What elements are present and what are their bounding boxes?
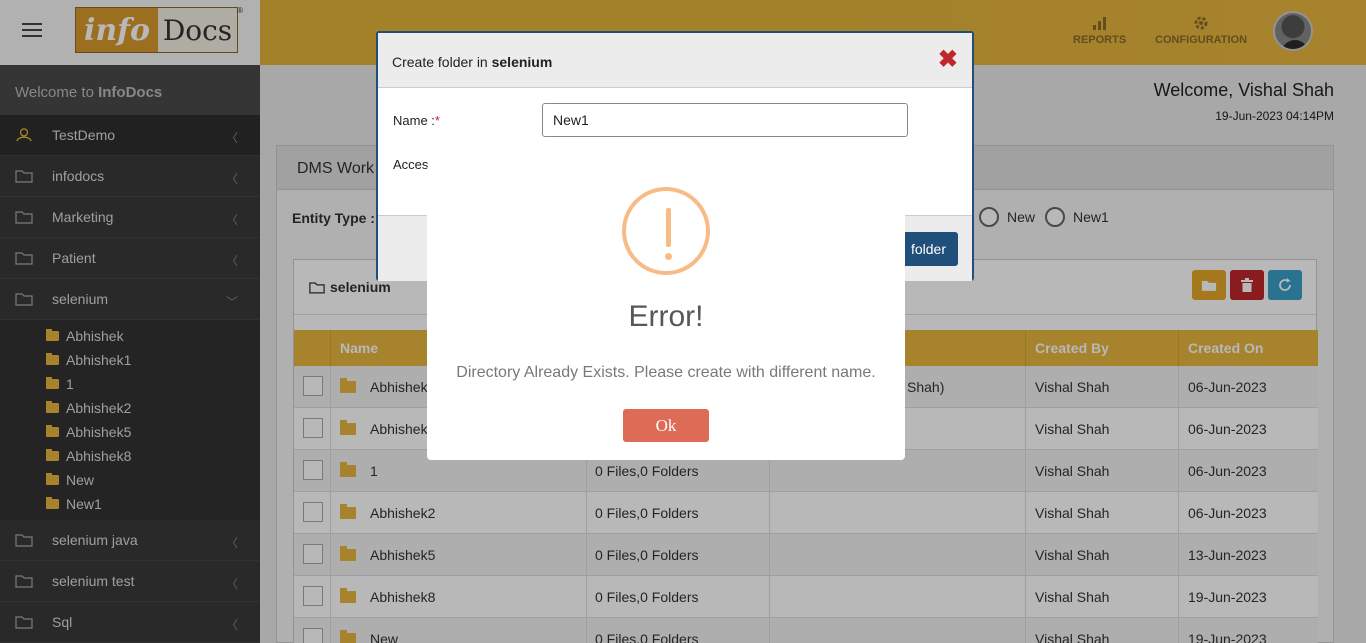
error-title: Error! [628, 300, 704, 333]
error-dialog: Error! Directory Already Exists. Please … [427, 165, 905, 460]
title-target: selenium [491, 54, 553, 70]
name-label-text: Name : [393, 113, 435, 128]
access-label: Acces [393, 157, 429, 172]
title-prefix: Create folder in [392, 54, 492, 70]
warning-icon [622, 187, 710, 275]
folder-name-input[interactable] [542, 103, 908, 137]
ok-button[interactable]: Ok [623, 409, 709, 442]
error-message: Directory Already Exists. Please create … [456, 364, 876, 381]
create-folder-modal-header: Create folder in selenium ✖ [378, 33, 972, 88]
close-icon[interactable]: ✖ [938, 45, 958, 74]
required-mark: * [434, 113, 440, 128]
create-folder-button[interactable]: folder [898, 232, 958, 266]
create-folder-title: Create folder in selenium [392, 54, 552, 70]
name-label: Name :* [393, 113, 440, 128]
